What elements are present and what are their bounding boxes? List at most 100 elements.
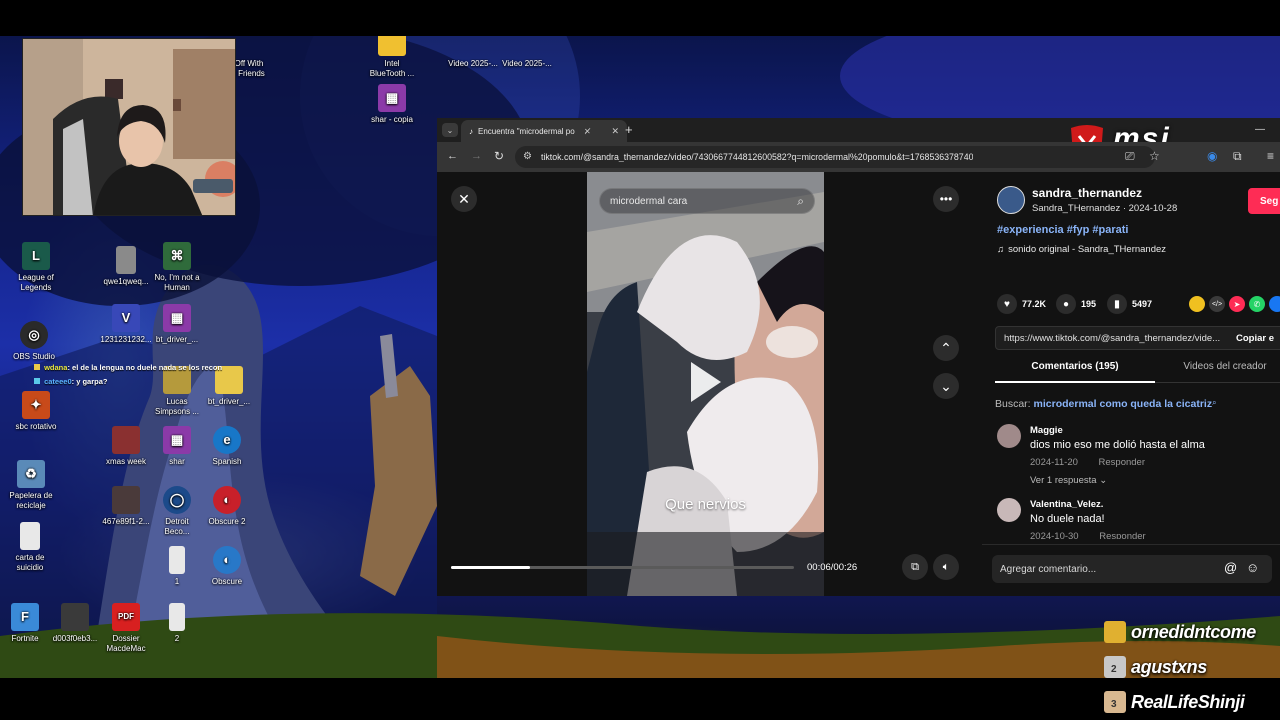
desktop-icon-spanish[interactable]: e Spanish (198, 426, 256, 467)
video-file-icon (513, 36, 541, 56)
chat-emote-icon (34, 378, 40, 384)
desktop-icon-obscure-2[interactable]: ◐ Obscure 2 (198, 486, 256, 527)
desktop-icon-obscure[interactable]: ◐ Obscure (198, 546, 256, 587)
desktop-icon-xmas-week[interactable]: xmas week (97, 426, 155, 467)
tab-search-button[interactable]: ⌄ (442, 123, 458, 137)
desktop-icon-whatsapp-video-2[interactable]: Video 2025-... (498, 36, 556, 69)
view-replies-button[interactable]: Ver 1 respuesta ⌄ (1030, 475, 1107, 486)
tab-creator-videos[interactable]: Videos del creador (1155, 361, 1280, 383)
alert-name: agustxns (1131, 656, 1207, 677)
desktop-icon-sbc-rotativo[interactable]: ✦ sbc rotativo (7, 391, 65, 432)
post-details-panel: sandra_thernandez Sandra_THernandez · 20… (982, 172, 1280, 596)
icon-label: 467e89f1-2... (102, 517, 150, 526)
comment-date: 2024-10-30 (1030, 531, 1079, 539)
facebook-icon[interactable] (1269, 296, 1280, 312)
emoji-icon[interactable]: ☺ (1246, 560, 1259, 575)
desktop-icon-v-file[interactable]: V 1231231232... (97, 304, 155, 345)
share-link-box: https://www.tiktok.com/@sandra_thernande… (995, 326, 1280, 350)
video-progress-track[interactable] (451, 566, 794, 569)
more-options-button[interactable]: ••• (933, 186, 959, 212)
related-search[interactable]: Buscar: microdermal como queda la cicatr… (995, 398, 1217, 410)
icon-label: Spanish (212, 457, 242, 466)
whatsapp-icon[interactable]: ✆ (1249, 296, 1265, 312)
extensions-puzzle-icon[interactable]: ⧉ (1233, 149, 1242, 164)
close-tab-icon[interactable]: ✕ (611, 126, 619, 137)
desktop-icon-467e[interactable]: 467e89f1-2... (97, 486, 155, 527)
edge-icon: e (213, 426, 241, 454)
post-hashtags[interactable]: #experiencia #fyp #parati (997, 224, 1128, 236)
embed-icon[interactable]: </> (1209, 296, 1225, 312)
volume-button[interactable]: 🔈︎ (933, 554, 959, 580)
back-icon[interactable]: ← (447, 150, 458, 162)
add-comment-input[interactable]: Agregar comentario... @ ☺ (992, 555, 1272, 583)
desktop-icon-captcha-game[interactable]: ⌘ No, I'm not a Human (148, 242, 206, 293)
send-icon[interactable]: ➤ (1229, 296, 1245, 312)
reply-button[interactable]: Responder (1099, 457, 1145, 468)
close-video-button[interactable]: ✕ (451, 186, 477, 212)
desktop-icon-d003[interactable]: d003f0eb3... (46, 603, 104, 644)
desktop-icon-bt-driver[interactable]: ▦ bt_driver_... (148, 304, 206, 345)
alert-line: 2 agustxns (1104, 653, 1207, 681)
avatar[interactable] (997, 186, 1025, 214)
reply-button[interactable]: Responder (1099, 531, 1145, 539)
v-app-icon: V (112, 304, 140, 332)
desktop-icon-shar-copia[interactable]: ▦ shar - copia (363, 84, 421, 125)
url-field[interactable]: ⚙ tiktok.com/@sandra_thernandez/video/74… (515, 146, 1155, 168)
desktop-icon-qwe1[interactable]: qwe1qweq... (97, 246, 155, 287)
video-frame[interactable]: microdermal cara ⌕ Que nervios (587, 172, 824, 596)
extension-icon[interactable]: ◉ (1207, 149, 1217, 163)
tab-comments[interactable]: Comentarios (195) (995, 361, 1155, 383)
avatar[interactable] (997, 498, 1021, 522)
previous-video-button[interactable]: ⌃ (933, 335, 959, 361)
post-sound[interactable]: ♫ sonido original - Sandra_THernandez (997, 244, 1166, 255)
comment-button[interactable]: ● 195 (1056, 294, 1096, 314)
menu-icon[interactable]: ≡ (1267, 149, 1274, 163)
comment-meta: 2024-10-30 Responder (1030, 531, 1146, 539)
tab-tiktok[interactable]: ♪ Encuentra "microdermal po ✕̸ ✕ (461, 120, 627, 142)
desktop-icon-lucas-simpsons[interactable]: Lucas Simpsons ... (148, 366, 206, 417)
document-icon (169, 546, 185, 574)
icon-label: qwe1qweq... (103, 277, 149, 286)
minimize-button[interactable]: — (1255, 124, 1265, 135)
cast-icon[interactable]: ⎚ (1125, 149, 1135, 164)
save-button[interactable]: ▮ 5497 (1107, 294, 1152, 314)
desktop-icon-obs-studio[interactable]: ◎ OBS Studio (5, 321, 63, 362)
mute-icon[interactable]: ✕̸ (584, 127, 591, 136)
desktop-icon-recycle-bin[interactable]: ♻ Papelera de reciclaje (2, 460, 60, 511)
desktop-icon-dossier[interactable]: PDF Dossier MacdeMac (97, 603, 155, 654)
icon-label: OBS Studio (13, 352, 55, 361)
reload-icon[interactable]: ↻ (494, 149, 504, 163)
desktop-icon-bt-driver-2[interactable]: bt_driver_... (200, 366, 258, 407)
avatar[interactable] (997, 424, 1021, 448)
search-query: microdermal como queda la cicatriz (1033, 398, 1213, 410)
coin-icon[interactable] (1189, 296, 1205, 312)
video-search-box[interactable]: microdermal cara ⌕ (599, 188, 815, 214)
forward-icon[interactable]: → (471, 150, 482, 162)
desktop-icon-file-2[interactable]: 2 (148, 603, 206, 644)
desktop-icon-league-of-legends[interactable]: L League of Legends (7, 242, 65, 293)
image-file-icon (112, 486, 140, 514)
save-count: 5497 (1132, 299, 1153, 309)
comment-username[interactable]: Maggie (1030, 425, 1063, 436)
new-tab-button[interactable]: + (625, 122, 633, 137)
copy-link-button[interactable]: Copiar e (1236, 333, 1274, 344)
desktop-icon-whatsapp-video-1[interactable]: Video 2025-... (444, 36, 502, 69)
desktop-icon-intel-bluetooth[interactable]: Intel BlueTooth ... (363, 36, 421, 79)
play-icon[interactable] (691, 362, 721, 402)
video-time: 00:06/00:26 (807, 562, 858, 573)
creator-username[interactable]: sandra_thernandez (1032, 186, 1142, 200)
bookmark-icon[interactable]: ☆ (1149, 149, 1160, 163)
icon-label: 1231231232... (100, 335, 152, 344)
comment-username[interactable]: Valentina_Velez. (1030, 499, 1103, 510)
site-settings-icon[interactable]: ⚙ (523, 151, 532, 162)
like-button[interactable]: ♥ 77.2K (997, 294, 1046, 314)
mention-icon[interactable]: @ (1224, 560, 1237, 575)
miniplayer-button[interactable]: ⧉ (902, 554, 928, 580)
chat-line: wdana: el de la lengua no duele nada se … (34, 363, 222, 372)
share-link-text[interactable]: https://www.tiktok.com/@sandra_thernande… (1004, 333, 1220, 344)
icon-label: reciclaje (16, 501, 46, 510)
follow-button[interactable]: Seg (1248, 188, 1280, 214)
desktop-icon-carta[interactable]: carta de suicidio (1, 522, 59, 573)
next-video-button[interactable]: ⌄ (933, 373, 959, 399)
icon-label: Papelera de (9, 491, 53, 500)
